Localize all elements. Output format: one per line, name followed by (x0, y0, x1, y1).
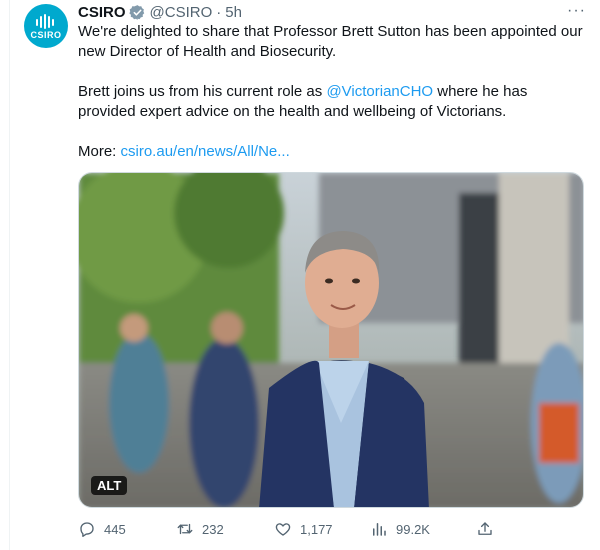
tweet-text: We're delighted to share that Professor … (78, 22, 583, 162)
views-chart-icon (373, 523, 386, 536)
views-button[interactable]: 99.2K (370, 520, 430, 538)
view-count: 99.2K (396, 521, 430, 537)
paragraph-background-lead: Brett joins us from his current role as (78, 83, 327, 100)
paragraph-more: More: csiro.au/en/news/All/Ne... (78, 142, 583, 162)
share-icon (478, 522, 492, 535)
more-options-icon[interactable]: ··· (567, 2, 586, 20)
repost-icon (177, 523, 193, 535)
avatar[interactable]: CSIRO (24, 4, 68, 48)
portrait-photo (79, 173, 583, 507)
heart-icon (275, 523, 291, 536)
tweet-actions: 445 232 1,177 99.2K (78, 520, 498, 542)
display-name[interactable]: CSIRO (78, 4, 126, 21)
like-button[interactable]: 1,177 (274, 520, 333, 538)
paragraph-background: Brett joins us from his current role as … (78, 82, 583, 122)
timestamp[interactable]: 5h (225, 4, 242, 21)
repost-count: 232 (202, 521, 224, 537)
reply-button[interactable]: 445 (78, 520, 126, 538)
tweet[interactable]: CSIRO CSIRO @CSIRO · 5h ··· We're deligh… (0, 0, 600, 550)
tweet-photo[interactable]: ALT (78, 172, 584, 508)
author-handle[interactable]: @CSIRO (150, 4, 213, 21)
reply-icon (80, 522, 94, 537)
csiro-logo-icon (36, 13, 54, 29)
share-button[interactable] (476, 520, 494, 538)
tweet-header: CSIRO @CSIRO · 5h (78, 2, 242, 22)
separator-dot: · (216, 3, 222, 21)
more-label: More: (78, 143, 121, 160)
mention-link[interactable]: @VictorianCHO (326, 83, 433, 100)
reply-count: 445 (104, 521, 126, 537)
repost-button[interactable]: 232 (176, 520, 224, 538)
paragraph-announcement: We're delighted to share that Professor … (78, 23, 583, 60)
verified-badge-icon[interactable] (128, 4, 146, 21)
avatar-label: CSIRO (30, 29, 62, 40)
like-count: 1,177 (300, 521, 333, 537)
news-link[interactable]: csiro.au/en/news/All/Ne... (121, 143, 290, 160)
alt-text-badge[interactable]: ALT (91, 476, 128, 495)
